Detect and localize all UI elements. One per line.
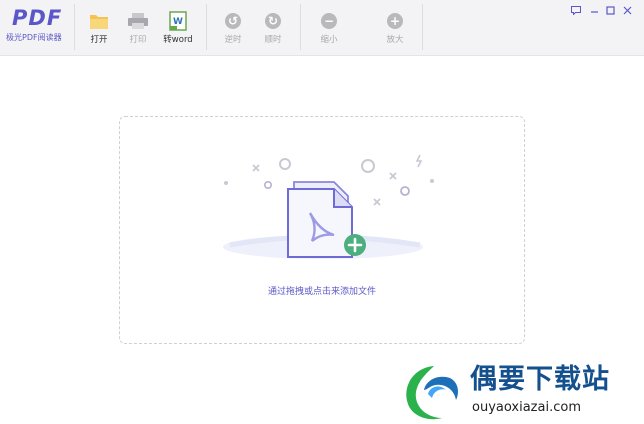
close-button[interactable]: [621, 4, 633, 16]
watermark-url: ouyaoxiazai.com: [472, 400, 581, 415]
rotate-left-label: 逆时: [224, 35, 242, 45]
open-label: 打开: [90, 35, 108, 45]
rotate-left-button[interactable]: ↺ 逆时: [216, 10, 250, 46]
maximize-icon: [605, 5, 615, 15]
word-icon: W: [161, 10, 195, 32]
toolbar-divider: [422, 4, 423, 50]
zoom-in-button[interactable]: + 放大: [378, 10, 412, 46]
to-word-button[interactable]: W 转word: [161, 10, 195, 46]
minimize-button[interactable]: [588, 4, 600, 16]
toolbar: PDF 极光PDF阅读器 打开 打印 W 转word ↺ 逆时 ↻ 顺时 − 缩…: [0, 0, 644, 56]
toolbar-divider: [206, 4, 207, 50]
rotate-right-label: 顺时: [264, 35, 282, 45]
zoom-in-label: 放大: [386, 35, 404, 45]
watermark-title: 偶要下载站: [470, 364, 610, 395]
drop-hint-text: 通过拖拽或点击来添加文件: [267, 287, 376, 297]
add-file-illustration: [223, 154, 434, 259]
site-watermark: 偶要下载站 ouyaoxiazai.com: [398, 360, 644, 424]
zoom-out-button[interactable]: − 缩小: [312, 10, 346, 46]
file-drop-zone[interactable]: 通过拖拽或点击来添加文件: [119, 116, 525, 344]
svg-text:W: W: [173, 17, 183, 27]
minimize-icon: [590, 10, 598, 13]
printer-icon: [121, 10, 155, 32]
rotate-right-button[interactable]: ↻ 顺时: [256, 10, 290, 46]
folder-icon: [82, 10, 116, 32]
toolbar-divider: [74, 4, 75, 50]
minus-icon: −: [321, 13, 337, 29]
logo-mark: PDF: [12, 6, 63, 30]
rotate-right-icon: ↻: [265, 13, 281, 29]
plus-icon: +: [387, 13, 403, 29]
rotate-left-icon: ↺: [225, 13, 241, 29]
toolbar-divider: [300, 4, 301, 50]
to-word-label: 转word: [163, 35, 193, 45]
logo-subtitle: 极光PDF阅读器: [6, 33, 62, 42]
zoom-out-label: 缩小: [320, 35, 338, 45]
app-logo: PDF 极光PDF阅读器: [6, 6, 68, 43]
feedback-button[interactable]: [570, 4, 582, 16]
feedback-icon: [571, 5, 581, 15]
watermark-logo: [406, 366, 458, 420]
close-icon: [623, 6, 631, 14]
print-button[interactable]: 打印: [121, 10, 155, 46]
print-label: 打印: [129, 35, 147, 45]
open-button[interactable]: 打开: [82, 10, 116, 46]
maximize-button[interactable]: [604, 4, 616, 16]
